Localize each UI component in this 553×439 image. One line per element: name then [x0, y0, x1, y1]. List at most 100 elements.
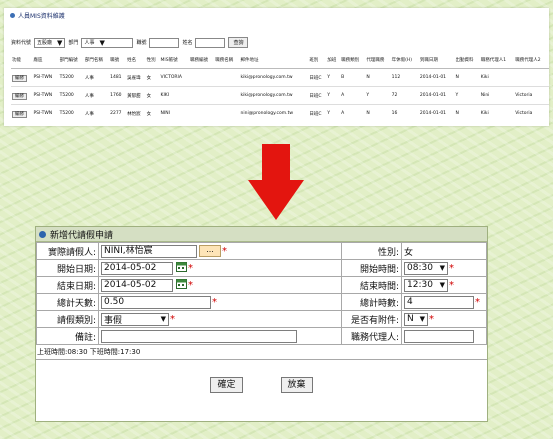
note-input[interactable] — [101, 329, 297, 343]
total-hours-input[interactable]: 4 — [404, 295, 474, 309]
form-header: 新增代請假申請 — [36, 227, 487, 242]
start-date-label: 開始日期: — [36, 259, 99, 277]
total-days-label: 總計天數: — [36, 293, 99, 311]
chevron-down-icon: ▼ — [57, 38, 63, 47]
column-header: 功能 — [11, 52, 33, 69]
start-time-select[interactable]: 08:30 ▼ — [404, 261, 448, 275]
dept-select[interactable]: 人事 ▼ — [81, 37, 134, 48]
table-cell: Y — [326, 104, 341, 122]
filter-label-dept: 部門 — [68, 40, 79, 46]
table-cell: Y — [326, 86, 341, 105]
confirm-button[interactable]: 確定 — [210, 377, 243, 393]
end-time-label: 結束時間: — [341, 276, 402, 294]
work-hours-note: 上班時間:08:30 下班時間:17:30 — [36, 345, 487, 360]
table-cell: 72 — [390, 86, 419, 105]
name-input[interactable] — [195, 37, 226, 48]
proxy-label: 職務代理人: — [341, 327, 402, 345]
end-date-label: 結束日期: — [36, 276, 99, 294]
column-header: 部門名稱 — [83, 52, 110, 69]
cancel-button[interactable]: 放棄 — [280, 377, 313, 393]
start-date-input[interactable]: 2014-05-02 — [101, 261, 173, 275]
table-cell: VICTORIA — [159, 68, 190, 87]
table-cell: 黃郁甜 — [126, 86, 146, 105]
required-mark: * — [222, 245, 227, 257]
table-cell: T5200 — [58, 86, 84, 105]
table-cell: KIKI — [159, 86, 190, 105]
site-select[interactable]: 五股廠 ▼ — [34, 37, 66, 48]
applicant-label: 實際請假人: — [36, 242, 99, 260]
table-cell: 日班C — [308, 86, 327, 105]
column-header: 職務名稱 — [214, 52, 240, 69]
leave-type-select[interactable]: 事假 ▼ — [101, 312, 169, 326]
table-cell: Victoria — [514, 104, 549, 122]
column-header: 出勤資料 — [454, 52, 480, 69]
chevron-down-icon: ▼ — [419, 315, 425, 323]
table-cell: PSI-TWN — [32, 68, 59, 87]
column-header: 年休假(H) — [390, 52, 419, 69]
edit-button[interactable]: 編修 — [12, 74, 27, 82]
row-action-cell: 編修 — [11, 104, 33, 122]
filter-label-name: 姓名 — [182, 40, 193, 46]
calendar-icon[interactable] — [176, 261, 187, 275]
total-days-input[interactable]: 0.50 — [101, 295, 211, 309]
table-cell: T5200 — [58, 104, 84, 122]
gender-value: 女 — [401, 242, 487, 260]
table-cell: 女 — [145, 68, 160, 87]
table-cell: Kiki — [479, 104, 515, 122]
table-cell — [214, 86, 240, 105]
table-row: 編修 PSI-TWN T5200 人事 2277 林怡宸女 NINI nini@pronolo… — [11, 104, 549, 122]
edit-button[interactable]: 編修 — [12, 110, 27, 118]
query-button[interactable]: 查詢 — [228, 37, 249, 48]
empno-input[interactable] — [149, 37, 180, 48]
attachment-select[interactable]: N ▼ — [404, 312, 428, 326]
column-header: 職務編號 — [189, 52, 215, 69]
table-cell: T5200 — [58, 68, 84, 87]
leave-type-label: 請假類別: — [36, 310, 99, 328]
bullet-icon — [10, 13, 15, 18]
table-cell: 2014-01-01 — [418, 86, 455, 105]
employee-picker-button[interactable]: ... — [199, 245, 221, 257]
filter-label-site: 資料代號 — [11, 40, 32, 46]
table-cell: 日班C — [308, 104, 327, 122]
required-mark: * — [475, 296, 480, 308]
chevron-down-icon: ▼ — [160, 315, 166, 323]
required-mark: * — [449, 262, 454, 274]
column-header: 代理職務 — [365, 52, 391, 69]
employee-mis-panel: 人員MIS資料維護 資料代號 五股廠 ▼ 部門 人事 ▼ 職號 姓名 查詢 功能 廠區… — [4, 8, 549, 126]
end-time-select[interactable]: 12:30 ▼ — [404, 278, 448, 292]
table-cell: 林怡宸 — [126, 104, 146, 122]
employee-panel-title-text: 人員MIS資料維護 — [18, 13, 65, 20]
table-cell — [189, 86, 215, 105]
required-mark: * — [429, 313, 434, 325]
calendar-icon[interactable] — [176, 278, 187, 292]
table-cell: 日班C — [308, 68, 327, 87]
down-arrow-icon — [248, 144, 304, 220]
chevron-down-icon: ▼ — [439, 264, 445, 272]
start-time-label: 開始時間: — [341, 259, 402, 277]
chevron-down-icon: ▼ — [439, 281, 445, 289]
table-cell: 人事 — [83, 86, 110, 105]
table-cell: 1760 — [109, 86, 127, 105]
filter-bar: 資料代號 五股廠 ▼ 部門 人事 ▼ 職號 姓名 查詢 — [11, 37, 249, 48]
table-cell: 16 — [390, 104, 419, 122]
column-header: 性別 — [145, 52, 160, 69]
edit-button[interactable]: 編修 — [12, 92, 27, 100]
column-header: 職務代理人2 — [514, 52, 549, 69]
table-cell: B — [340, 68, 366, 87]
table-cell: PSI-TWN — [32, 86, 59, 105]
required-mark: * — [449, 279, 454, 291]
table-cell: N — [454, 68, 480, 87]
form-title: 新增代請假申請 — [50, 230, 114, 241]
table-cell: 吳雀瑋 — [126, 68, 146, 87]
table-cell: N — [365, 68, 391, 87]
table-cell: Kiki — [479, 68, 515, 87]
table-cell: A — [340, 104, 366, 122]
end-date-input[interactable]: 2014-05-02 — [101, 278, 173, 292]
total-hours-label: 總計時數: — [341, 293, 402, 311]
applicant-input[interactable]: NINI,林怡宸 — [101, 244, 197, 258]
table-cell: 人事 — [83, 68, 110, 87]
table-row: 編修 PSI-TWN T5200 人事 1760 黃郁甜女 KIKI kiki@pronolo… — [11, 86, 549, 105]
table-cell: 人事 — [83, 104, 110, 122]
table-cell: 2014-01-01 — [418, 104, 455, 122]
proxy-input[interactable] — [404, 329, 474, 343]
